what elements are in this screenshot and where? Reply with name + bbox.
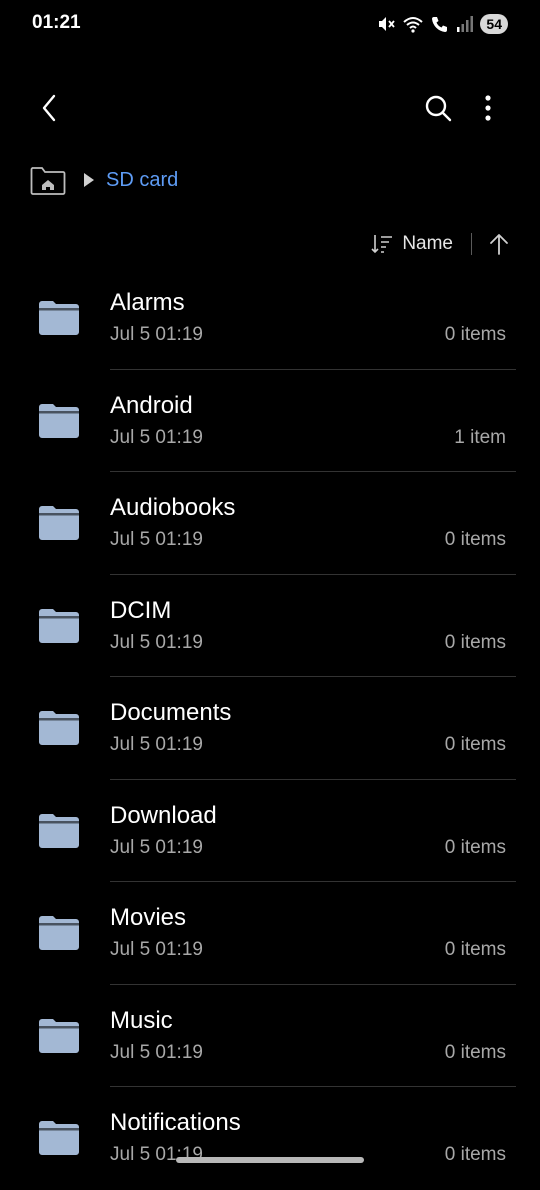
list-item[interactable]: Movies Jul 5 01:19 0 items <box>0 882 540 985</box>
folder-icon <box>39 506 79 540</box>
list-item[interactable]: Audiobooks Jul 5 01:19 0 items <box>0 472 540 575</box>
back-icon <box>42 94 56 122</box>
folder-icon <box>39 813 79 848</box>
folder-name: Download <box>110 801 217 829</box>
folder-date: Jul 5 01:19 <box>110 631 203 653</box>
folder-name: Alarms <box>110 289 185 316</box>
arrow-up-icon[interactable] <box>488 232 510 256</box>
mute-icon <box>379 17 396 31</box>
folder-date: Jul 5 01:19 <box>110 734 203 755</box>
list-item[interactable]: Alarms Jul 5 01:19 0 items <box>0 267 540 370</box>
status-icons: 54 <box>376 14 508 34</box>
list-item[interactable]: Download Jul 5 01:19 0 items <box>0 780 540 882</box>
folder-item-count: 0 items <box>444 631 506 653</box>
list-item[interactable]: Android Jul 5 01:19 1 item <box>0 370 540 472</box>
folder-date: Jul 5 01:19 <box>110 1041 203 1063</box>
breadcrumb-sd-card[interactable]: SD card <box>106 169 178 192</box>
folder-item-count: 0 items <box>444 324 506 345</box>
folder-date: Jul 5 01:19 <box>110 324 203 345</box>
app-bar <box>0 80 540 136</box>
folder-date: Jul 5 01:19 <box>110 529 203 550</box>
folder-icon <box>39 403 79 438</box>
battery-badge: 54 <box>480 14 508 34</box>
status-bar: 01:21 54 <box>0 0 540 50</box>
list-item[interactable]: DCIM Jul 5 01:19 0 items <box>0 575 540 677</box>
gesture-handle[interactable] <box>176 1157 364 1163</box>
signal-icon <box>457 16 474 32</box>
folder-item-count: 0 items <box>444 939 506 960</box>
status-time: 01:21 <box>32 12 81 33</box>
folder-item-count: 0 items <box>444 1041 506 1063</box>
folder-date: Jul 5 01:19 <box>110 836 203 858</box>
sort-bar: Name <box>370 228 510 260</box>
wifi-icon <box>403 17 424 33</box>
folder-icon <box>39 711 79 745</box>
folder-item-count: 0 items <box>444 836 506 858</box>
file-list: Alarms Jul 5 01:19 0 items Android Jul 5… <box>0 267 540 1190</box>
back-button[interactable] <box>32 90 68 126</box>
chevron-right-icon <box>84 173 94 187</box>
home-folder-icon <box>30 167 66 195</box>
folder-item-count: 1 item <box>454 426 506 448</box>
folder-name: DCIM <box>110 596 172 624</box>
folder-name: Documents <box>110 699 232 726</box>
more-vert-icon <box>485 95 491 121</box>
folder-name: Audiobooks <box>110 494 236 521</box>
folder-icon <box>39 1121 79 1155</box>
folder-date: Jul 5 01:19 <box>110 426 203 448</box>
folder-name: Android <box>110 391 193 419</box>
folder-item-count: 0 items <box>444 1144 506 1165</box>
folder-date: Jul 5 01:19 <box>110 939 203 960</box>
folder-name: Notifications <box>110 1109 241 1136</box>
folder-icon <box>39 301 79 335</box>
folder-icon <box>39 1018 79 1053</box>
folder-item-count: 0 items <box>444 734 506 755</box>
list-item[interactable]: Documents Jul 5 01:19 0 items <box>0 677 540 780</box>
folder-name: Movies <box>110 904 187 931</box>
search-icon <box>425 95 452 122</box>
folder-name: Music <box>110 1006 173 1034</box>
folder-icon <box>39 916 79 950</box>
more-options-button[interactable] <box>472 90 504 126</box>
sort-divider <box>471 233 472 255</box>
home-crumb[interactable] <box>30 164 66 196</box>
list-item[interactable]: Music Jul 5 01:19 0 items <box>0 985 540 1087</box>
sort-by-name-button[interactable]: Name <box>402 233 453 255</box>
wifi-call-icon <box>432 17 448 32</box>
sort-icon[interactable] <box>370 232 394 256</box>
folder-icon <box>39 608 79 643</box>
breadcrumb: SD card <box>30 162 178 198</box>
search-button[interactable] <box>420 90 456 126</box>
list-item[interactable]: Notifications Jul 5 01:19 0 items <box>0 1087 540 1190</box>
folder-item-count: 0 items <box>444 529 506 550</box>
